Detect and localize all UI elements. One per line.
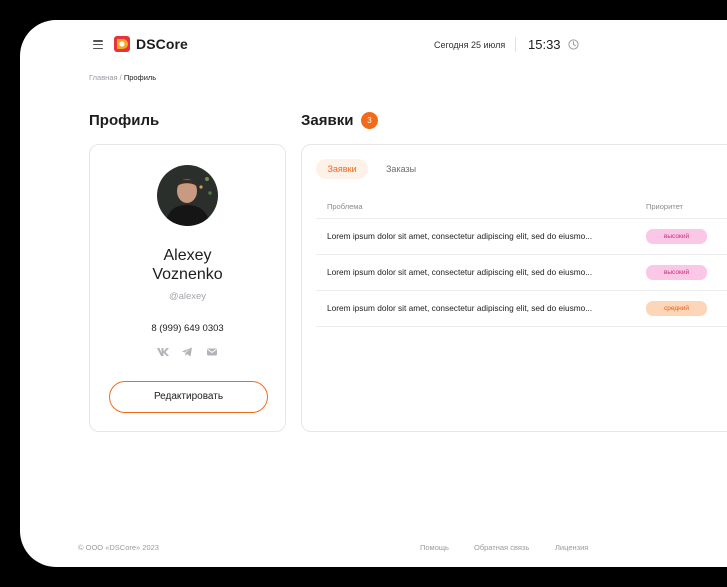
current-time: 15:33	[528, 37, 561, 52]
tab-orders[interactable]: Заказы	[386, 159, 416, 179]
header-divider	[515, 37, 516, 52]
clock-icon[interactable]	[568, 39, 579, 50]
priority-badge: высокий	[646, 229, 707, 244]
app-screen: DSCore Сегодня 25 июля 15:33 Главная / П…	[20, 20, 727, 567]
row-divider	[316, 326, 727, 327]
vk-icon[interactable]	[156, 346, 170, 358]
footer-link-help[interactable]: Помощь	[420, 543, 449, 552]
requests-card: Заявки Заказы Проблема Приоритет Lorem i…	[301, 144, 727, 432]
footer-link-feedback[interactable]: Обратная связь	[474, 543, 529, 552]
telegram-icon[interactable]	[181, 346, 193, 358]
profile-name: Alexey Voznenko	[90, 246, 285, 284]
profile-phone: 8 (999) 649 0303	[151, 323, 224, 334]
footer-copyright: © ООО «DSCore» 2023	[78, 543, 159, 552]
table-row[interactable]: Lorem ipsum dolor sit amet, consectetur …	[316, 291, 727, 326]
column-header-problem: Проблема	[327, 202, 363, 211]
edit-profile-button[interactable]: Редактировать	[109, 381, 268, 413]
menu-icon[interactable]	[93, 40, 103, 50]
problem-cell: Lorem ipsum dolor sit amet, consectetur …	[327, 231, 593, 241]
column-header-priority: Приоритет	[646, 202, 683, 211]
device-frame: DSCore Сегодня 25 июля 15:33 Главная / П…	[0, 0, 727, 587]
last-name: Voznenko	[152, 266, 223, 283]
priority-badge: высокий	[646, 265, 707, 280]
first-name: Alexey	[163, 247, 212, 264]
breadcrumb-home[interactable]: Главная	[89, 73, 118, 82]
social-links	[156, 346, 220, 360]
requests-title: Заявки	[301, 112, 354, 129]
mail-icon[interactable]	[206, 346, 218, 358]
logo-icon	[114, 36, 130, 52]
table-row[interactable]: Lorem ipsum dolor sit amet, consectetur …	[316, 219, 727, 254]
problem-cell: Lorem ipsum dolor sit amet, consectetur …	[327, 267, 593, 277]
table-row[interactable]: Lorem ipsum dolor sit amet, consectetur …	[316, 255, 727, 290]
priority-badge: средний	[646, 301, 707, 316]
tab-requests[interactable]: Заявки	[316, 159, 368, 179]
profile-handle: @alexey	[168, 291, 207, 302]
problem-cell: Lorem ipsum dolor sit amet, consectetur …	[327, 303, 593, 313]
requests-count-badge: 3	[361, 112, 378, 129]
profile-title: Профиль	[89, 112, 160, 129]
breadcrumb-current: Профиль	[123, 73, 157, 82]
logo-text[interactable]: DSCore	[136, 36, 188, 52]
footer-link-license[interactable]: Лицензия	[555, 543, 588, 552]
current-date: Сегодня 25 июля	[434, 40, 506, 50]
breadcrumb: Главная / Профиль	[89, 73, 156, 82]
avatar	[157, 165, 218, 226]
profile-card: Alexey Voznenko @alexey 8 (999) 649 0303…	[89, 144, 286, 432]
